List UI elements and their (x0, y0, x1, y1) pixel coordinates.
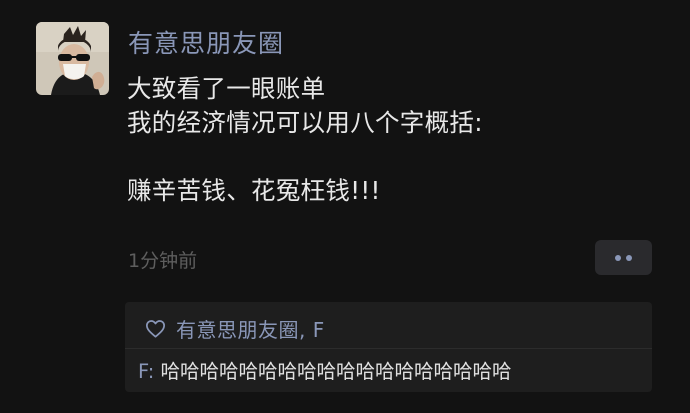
divider (125, 348, 652, 349)
post-line (127, 140, 483, 174)
comment-text: 哈哈哈哈哈哈哈哈哈哈哈哈哈哈哈哈哈哈 (160, 360, 512, 383)
interaction-panel: 有意思朋友圈, F F: 哈哈哈哈哈哈哈哈哈哈哈哈哈哈哈哈哈哈 (125, 302, 652, 392)
comment-item[interactable]: F: 哈哈哈哈哈哈哈哈哈哈哈哈哈哈哈哈哈哈 (138, 355, 512, 384)
more-dot-icon (626, 254, 632, 261)
post-line: 大致看了一眼账单 (127, 74, 326, 103)
author-name[interactable]: 有意思朋友圈 (128, 24, 284, 60)
post-line: 赚辛苦钱、花冤枉钱!!! (127, 176, 381, 205)
likes-row: 有意思朋友圈, F (145, 314, 325, 343)
post-timestamp: 1分钟前 (128, 250, 198, 272)
post-line: 我的经济情况可以用八个字概括: (127, 108, 483, 137)
post-text: 大致看了一眼账单我的经济情况可以用八个字概括: 赚辛苦钱、花冤枉钱!!! (127, 72, 483, 208)
more-actions-button[interactable] (595, 240, 652, 275)
likes-names[interactable]: 有意思朋友圈, F (176, 314, 325, 343)
more-dot-icon (615, 254, 621, 261)
comment-separator: : (147, 360, 161, 383)
heart-icon (145, 319, 166, 338)
avatar[interactable] (36, 22, 109, 95)
comment-author[interactable]: F (138, 360, 148, 383)
